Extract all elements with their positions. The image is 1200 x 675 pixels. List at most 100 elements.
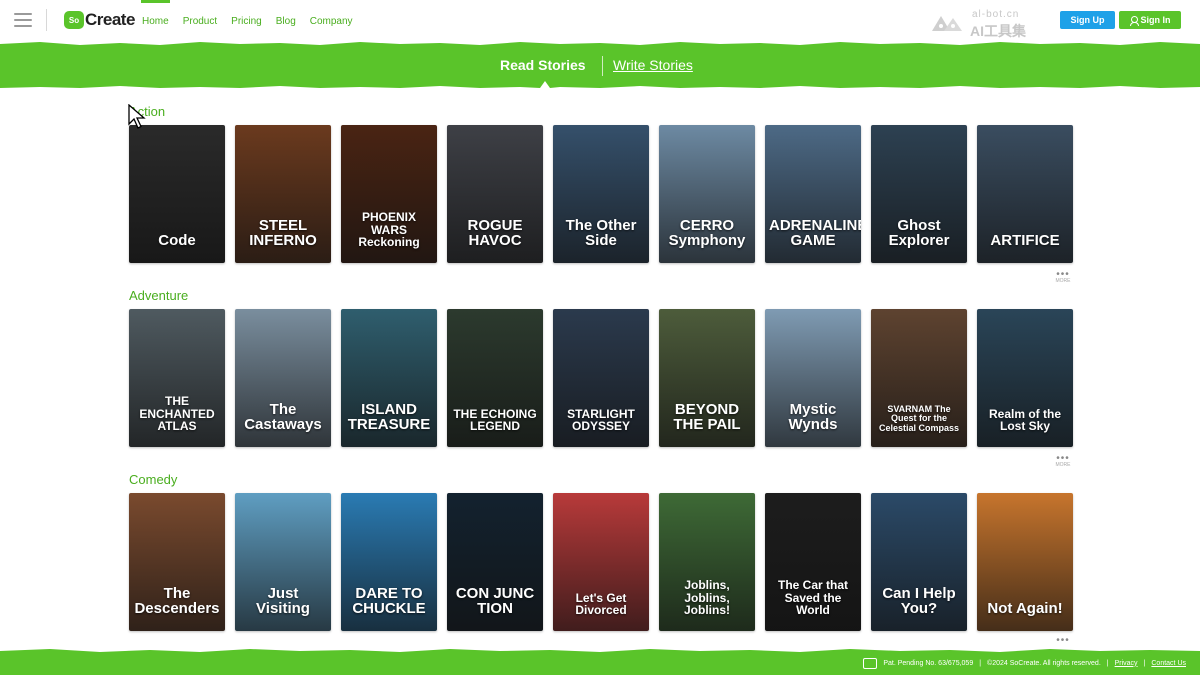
story-row-adventure: THE ENCHANTED ATLAS The Castaways ISLAND T… bbox=[129, 309, 1073, 447]
user-icon bbox=[1129, 15, 1139, 26]
nav-link-product[interactable]: Product bbox=[183, 0, 217, 42]
watermark: al-bot.cn AI工具集 bbox=[930, 9, 1042, 39]
more-label: MORE bbox=[1055, 462, 1071, 468]
more-label: MORE bbox=[1055, 278, 1071, 284]
nav-link-pricing[interactable]: Pricing bbox=[231, 0, 262, 42]
story-card[interactable]: CERRO Symphony bbox=[659, 125, 755, 263]
logo[interactable]: So Create bbox=[64, 10, 135, 30]
story-card[interactable]: ADRENALINE GAME bbox=[765, 125, 861, 263]
story-card[interactable]: DARE TO CHUCKLE bbox=[341, 493, 437, 631]
sign-in-label: Sign In bbox=[1140, 15, 1171, 25]
story-cover-title: Joblins, Joblins, Joblins! bbox=[683, 578, 730, 618]
nav-divider bbox=[46, 9, 47, 31]
more-dots-icon: ••• bbox=[1056, 635, 1070, 646]
story-cover-title: ADRENALINE GAME bbox=[769, 216, 861, 250]
stories-banner bbox=[0, 41, 1200, 89]
story-cover-title: THE ENCHANTED ATLAS bbox=[139, 394, 215, 434]
story-card[interactable]: ARTIFICE bbox=[977, 125, 1073, 263]
story-card[interactable]: CON JUNC TION bbox=[447, 493, 543, 631]
banner-shape bbox=[0, 42, 1200, 88]
story-cover-title: Not Again! bbox=[987, 600, 1063, 618]
story-card[interactable]: Realm of the Lost Sky bbox=[977, 309, 1073, 447]
footer-contact-link[interactable]: Contact Us bbox=[1151, 660, 1186, 667]
story-card[interactable]: The Car that Saved the World bbox=[765, 493, 861, 631]
story-card[interactable]: Ghost Explorer bbox=[871, 125, 967, 263]
story-card[interactable]: STARLIGHT ODYSSEY bbox=[553, 309, 649, 447]
footer-separator: | bbox=[1106, 659, 1109, 667]
story-card[interactable]: SVARNAM The Quest for the Celestial Comp… bbox=[871, 309, 967, 447]
watermark-title: AI工具集 bbox=[970, 23, 1026, 39]
more-button-adventure[interactable]: ••• MORE bbox=[1053, 454, 1073, 470]
footer-patent: Pat. Pending No. 63/675,059 bbox=[883, 659, 974, 667]
patent-icon bbox=[863, 657, 878, 669]
logo-text: Create bbox=[85, 10, 135, 29]
story-cover-title: ROGUE HAVOC bbox=[467, 216, 523, 250]
story-card[interactable]: Just Visiting bbox=[235, 493, 331, 631]
story-card[interactable]: Joblins, Joblins, Joblins! bbox=[659, 493, 755, 631]
mouse-cursor-icon bbox=[128, 104, 146, 129]
story-row-comedy: The Descenders Just Visiting DARE TO CHUCK… bbox=[129, 493, 1073, 631]
story-cover-title: STEEL INFERNO bbox=[249, 216, 317, 250]
story-cover-title: Can I Help You? bbox=[882, 584, 956, 618]
story-card[interactable]: STEEL INFERNO bbox=[235, 125, 331, 263]
tab-write-stories[interactable]: Write Stories bbox=[613, 57, 693, 73]
footer-separator: | bbox=[1143, 659, 1146, 667]
story-cover-title: The Descenders bbox=[134, 584, 220, 618]
footer-content: Pat. Pending No. 63/675,059 | ©2024 SoCr… bbox=[863, 656, 1186, 670]
story-cover-title: Just Visiting bbox=[256, 584, 310, 618]
story-cover-title: ARTIFICE bbox=[990, 232, 1060, 250]
story-card[interactable]: BEYOND THE PAIL bbox=[659, 309, 755, 447]
story-cover-title: DARE TO CHUCKLE bbox=[352, 584, 426, 618]
footer-separator: | bbox=[979, 659, 982, 667]
story-cover-title: SVARNAM The Quest for the Celestial Comp… bbox=[878, 403, 960, 433]
story-cover-title: Ghost Explorer bbox=[888, 216, 950, 250]
story-card[interactable]: Not Again! bbox=[977, 493, 1073, 631]
story-cover-title: PHOENIX WARS Reckoning bbox=[358, 210, 420, 250]
story-cover-title: Let's Get Divorced bbox=[575, 590, 627, 618]
sign-in-button[interactable]: Sign In bbox=[1119, 11, 1181, 29]
story-card[interactable]: Mystic Wynds bbox=[765, 309, 861, 447]
story-card[interactable]: ROGUE HAVOC bbox=[447, 125, 543, 263]
story-cover-title: Mystic Wynds bbox=[788, 400, 838, 434]
story-card[interactable]: Let's Get Divorced bbox=[553, 493, 649, 631]
nav-links: Home Product Pricing Blog Company bbox=[141, 0, 367, 42]
story-cover-title: The Other Side bbox=[565, 216, 637, 250]
story-card[interactable]: THE ECHOING LEGEND bbox=[447, 309, 543, 447]
story-cover-title: ISLAND TREASURE bbox=[347, 400, 431, 434]
watermark-robot-icon bbox=[932, 16, 962, 31]
story-card[interactable]: The Descenders bbox=[129, 493, 225, 631]
story-card[interactable]: THE ENCHANTED ATLAS bbox=[129, 309, 225, 447]
story-card[interactable]: The Castaways bbox=[235, 309, 331, 447]
story-card[interactable]: Code bbox=[129, 125, 225, 263]
watermark-domain: al-bot.cn bbox=[972, 9, 1020, 20]
more-button-action[interactable]: ••• MORE bbox=[1053, 270, 1073, 286]
story-row-action: Code STEEL INFERNO PHOENIX WARS Reckoning R… bbox=[129, 125, 1073, 263]
top-nav: So Create Home Product Pricing Blog Comp… bbox=[0, 0, 1200, 42]
sign-up-button[interactable]: Sign Up bbox=[1060, 11, 1115, 29]
footer-copyright: ©2024 SoCreate. All rights reserved. bbox=[987, 659, 1101, 667]
story-cover-title: BEYOND THE PAIL bbox=[673, 400, 741, 434]
nav-link-home[interactable]: Home bbox=[141, 0, 170, 42]
story-cover-title: CERRO Symphony bbox=[668, 216, 746, 250]
story-card[interactable]: The Other Side bbox=[553, 125, 649, 263]
story-cover-title: THE ECHOING LEGEND bbox=[453, 406, 537, 434]
story-cover-title: Code bbox=[158, 232, 196, 250]
tab-separator bbox=[602, 56, 603, 76]
story-card[interactable]: Can I Help You? bbox=[871, 493, 967, 631]
story-cover-title: Realm of the Lost Sky bbox=[988, 406, 1061, 434]
story-cover-title: The Castaways bbox=[244, 400, 322, 434]
hamburger-menu-icon[interactable] bbox=[14, 13, 32, 27]
story-card[interactable]: PHOENIX WARS Reckoning bbox=[341, 125, 437, 263]
tab-read-stories[interactable]: Read Stories bbox=[500, 57, 586, 73]
nav-link-company[interactable]: Company bbox=[310, 0, 353, 42]
section-title-comedy: Comedy bbox=[129, 472, 178, 487]
story-cover-title: CON JUNC TION bbox=[455, 584, 535, 618]
page: So Create Home Product Pricing Blog Comp… bbox=[0, 0, 1200, 675]
story-cover-title: The Car that Saved the World bbox=[777, 578, 848, 618]
story-cover-title: STARLIGHT ODYSSEY bbox=[567, 406, 635, 434]
footer-privacy-link[interactable]: Privacy bbox=[1115, 660, 1138, 667]
section-title-adventure: Adventure bbox=[129, 288, 189, 303]
story-card[interactable]: ISLAND TREASURE bbox=[341, 309, 437, 447]
nav-link-blog[interactable]: Blog bbox=[276, 0, 296, 42]
logo-mark: So bbox=[64, 11, 84, 29]
